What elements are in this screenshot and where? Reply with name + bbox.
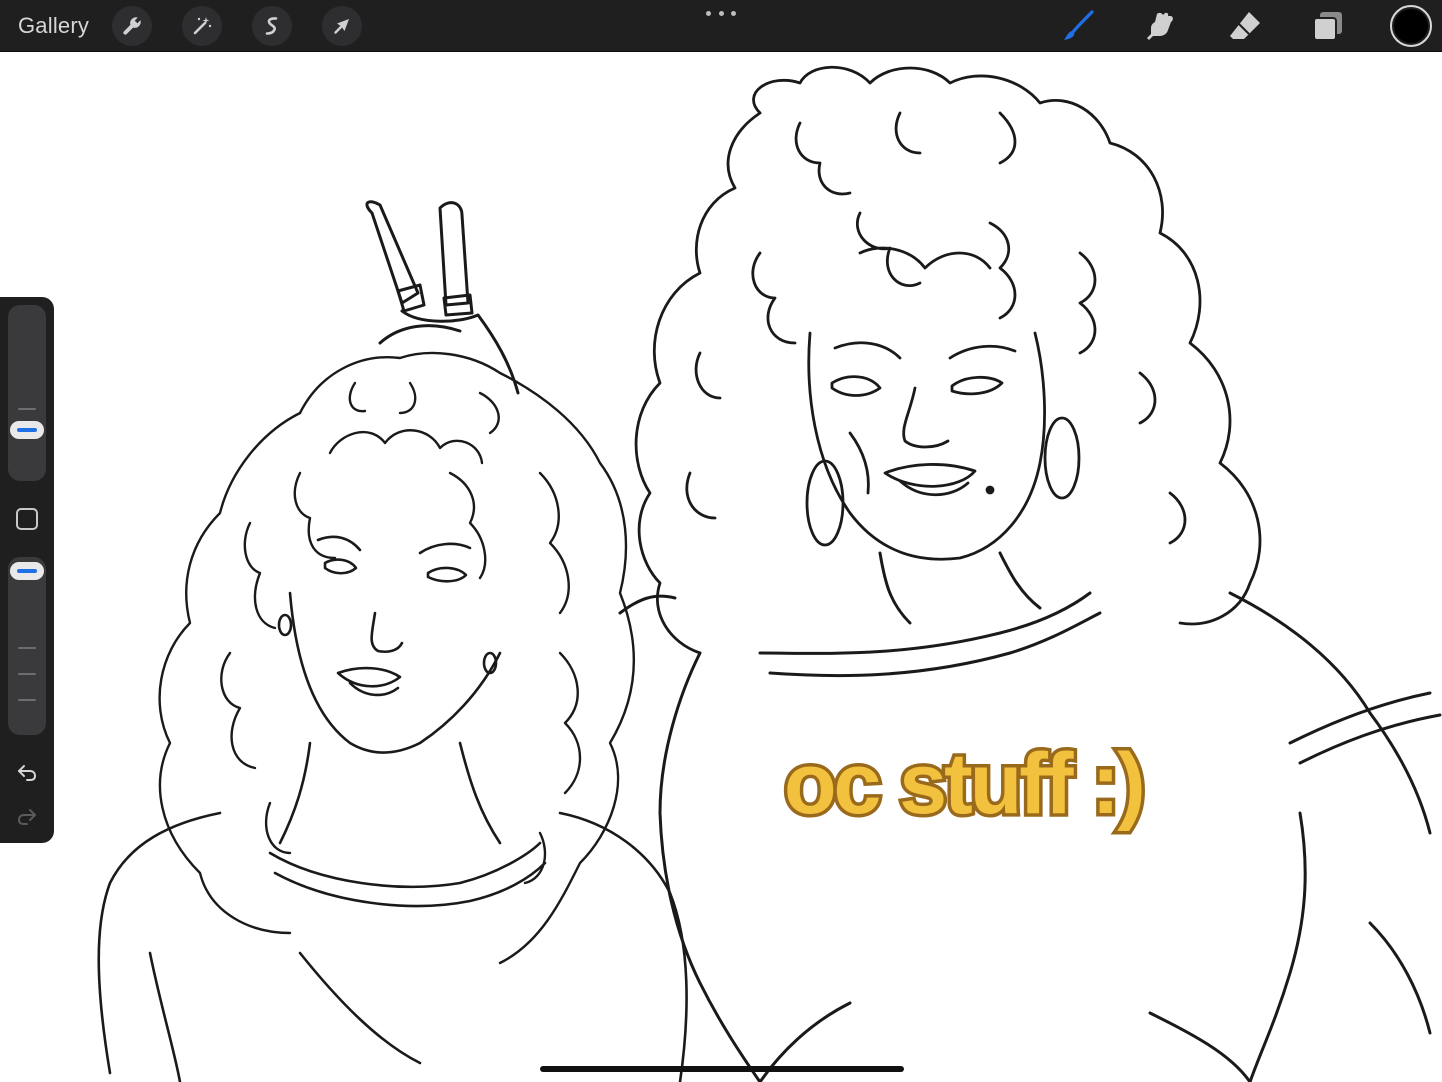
brush-opacity-slider[interactable]: [8, 557, 46, 735]
shirt-text-oc-stuff: oc stuff :): [781, 733, 1150, 836]
slider-tick: [18, 647, 36, 649]
redo-icon: [17, 809, 36, 825]
layers-icon: [1313, 12, 1342, 41]
eraser-icon: [1230, 12, 1260, 39]
slider-tick: [18, 699, 36, 701]
adjustments-button[interactable]: [182, 6, 222, 46]
color-picker-button[interactable]: [1390, 5, 1432, 47]
gallery-button[interactable]: Gallery: [18, 11, 89, 41]
slider-tick: [18, 673, 36, 675]
undo-icon: [18, 765, 37, 781]
top-toolbar: Gallery: [0, 0, 1442, 52]
line-art-illustration: [97, 65, 1442, 1082]
smudge-icon: [1147, 12, 1173, 41]
modify-square-icon[interactable]: [16, 508, 38, 530]
wrench-icon: [123, 17, 141, 35]
transform-button[interactable]: [322, 6, 362, 46]
selection-button[interactable]: [252, 6, 292, 46]
brush-size-slider[interactable]: [8, 305, 46, 481]
selection-s-icon: [265, 17, 278, 35]
active-color-swatch: [1394, 9, 1428, 43]
redo-button[interactable]: [13, 804, 41, 828]
brush-tool-button[interactable]: [1060, 7, 1098, 45]
brush-icon: [1064, 10, 1094, 40]
eraser-tool-button[interactable]: [1226, 7, 1264, 45]
left-sidebar: [0, 297, 54, 843]
magic-wand-icon: [193, 17, 212, 35]
slider-tick: [18, 408, 36, 410]
home-indicator[interactable]: [540, 1066, 904, 1072]
brush-size-thumb[interactable]: [10, 421, 44, 439]
undo-button[interactable]: [13, 760, 41, 784]
brush-opacity-thumb[interactable]: [10, 562, 44, 580]
arrow-cursor-icon: [334, 19, 349, 34]
drawing-canvas[interactable]: oc stuff :): [0, 53, 1442, 1082]
layers-button[interactable]: [1309, 7, 1347, 45]
actions-button[interactable]: [112, 6, 152, 46]
smudge-tool-button[interactable]: [1142, 7, 1180, 45]
more-dots-icon[interactable]: [706, 6, 736, 20]
